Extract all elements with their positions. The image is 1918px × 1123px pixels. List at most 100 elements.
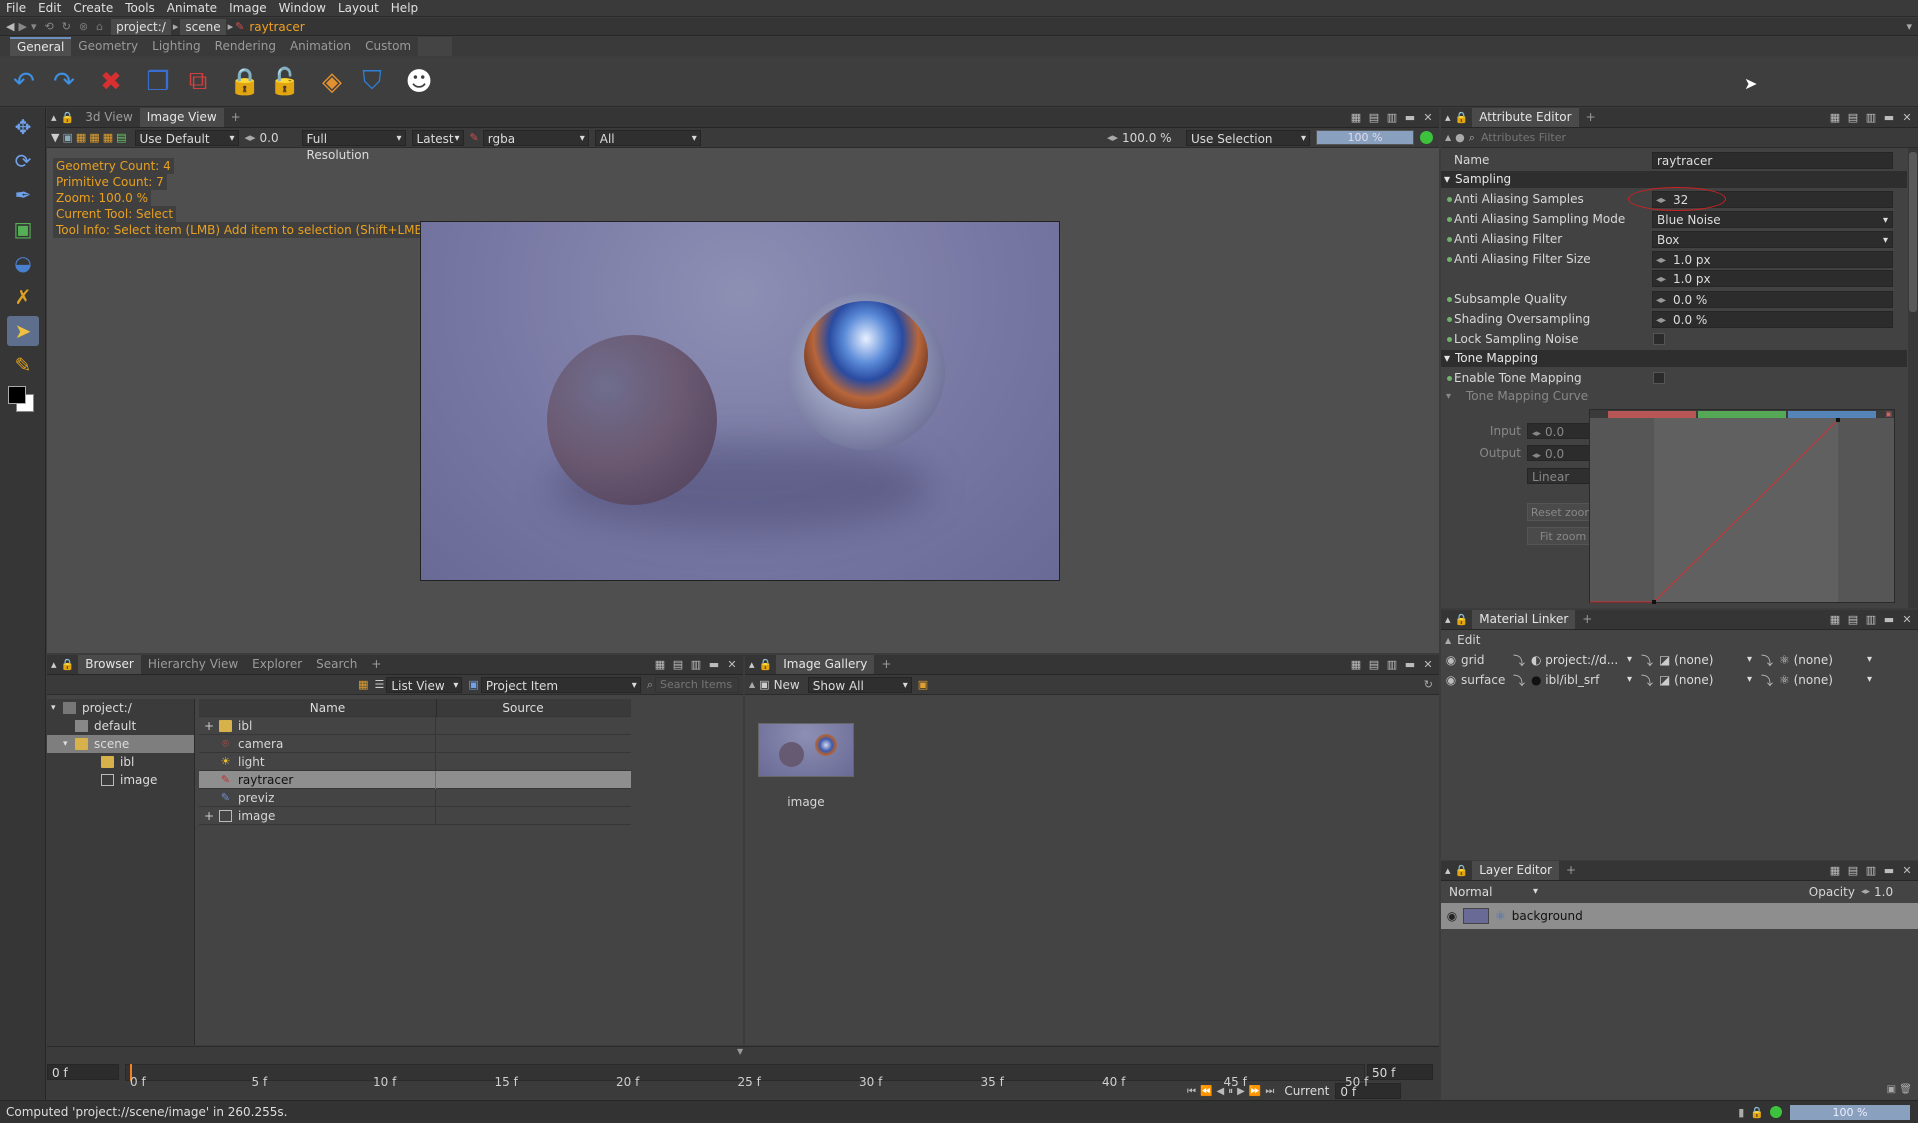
expand-icon[interactable]: ▾ xyxy=(1446,391,1451,402)
list-item-camera[interactable]: ⌾ camera xyxy=(199,734,631,753)
tab-search[interactable]: Search xyxy=(309,655,364,674)
maximize-icon[interactable]: ▬ xyxy=(1882,613,1896,627)
link-icon[interactable]: ⤵ xyxy=(1761,672,1775,689)
lock-icon[interactable]: 🔒 xyxy=(1455,864,1469,877)
transform-tool-icon[interactable]: ✥ xyxy=(7,112,39,142)
spin-icon[interactable]: ◂▸ xyxy=(1656,252,1666,269)
tab-image-view[interactable]: Image View xyxy=(139,108,224,127)
tab-explorer[interactable]: Explorer xyxy=(245,655,309,674)
shield-icon[interactable]: ⛉ xyxy=(355,65,389,99)
lock-icon[interactable]: 🔒 xyxy=(759,658,773,671)
last-frame-icon[interactable]: ⏭ xyxy=(1265,1086,1274,1097)
lock-icon[interactable]: 🔒 xyxy=(1750,1106,1764,1119)
aa-filter-select[interactable]: Box xyxy=(1652,230,1893,249)
lock-icon[interactable]: 🔒 xyxy=(1455,111,1469,124)
tab-image-gallery[interactable]: Image Gallery xyxy=(776,655,875,674)
tree-item-default[interactable]: default xyxy=(47,717,194,735)
history-icon[interactable]: ▾ xyxy=(31,20,37,33)
refresh-icon[interactable]: ↻ xyxy=(62,20,71,33)
expand-icon[interactable]: ▾ xyxy=(63,735,75,753)
image-tool-icon[interactable]: ▣ xyxy=(7,214,39,244)
column-source[interactable]: Source xyxy=(437,699,609,717)
timeline-end-field[interactable]: 50 f xyxy=(1367,1064,1433,1080)
filter-toggle-icon[interactable]: ● xyxy=(1455,131,1465,144)
split-vertical-icon[interactable]: ▥ xyxy=(1864,111,1878,125)
paint-tool-icon[interactable]: ◒ xyxy=(7,248,39,278)
aa-filter-size-y[interactable]: ◂▸ 1.0 px xyxy=(1652,269,1893,287)
exposure-spin-icon[interactable]: ◂▸ xyxy=(245,131,256,144)
tab-rendering[interactable]: Rendering xyxy=(208,37,283,56)
split-horizontal-icon[interactable]: ▤ xyxy=(1846,111,1860,125)
shader-select[interactable]: ⚛ (none) xyxy=(1775,672,1875,688)
layout-icon[interactable]: ▦ xyxy=(653,658,667,672)
layout-icon[interactable]: ▦ xyxy=(1349,658,1363,672)
menu-tools[interactable]: Tools xyxy=(119,0,161,17)
grid-icon[interactable]: ▦ xyxy=(89,131,99,144)
opacity-field[interactable]: 1.0 xyxy=(1874,885,1918,899)
exposure-value[interactable]: 0.0 xyxy=(260,131,296,145)
menu-help[interactable]: Help xyxy=(385,0,424,17)
collapse-arrow-icon[interactable]: ▲ xyxy=(749,680,755,689)
color-swatch-icon[interactable] xyxy=(8,386,38,416)
duplicate-icon[interactable]: ❒ xyxy=(141,65,175,99)
list-item-raytracer[interactable]: ✎ raytracer xyxy=(199,770,631,789)
attributes-filter-input[interactable] xyxy=(1476,129,1904,146)
link-icon[interactable]: ⤵ xyxy=(1641,672,1655,689)
material-select[interactable]: ● ibl/ibl_srf xyxy=(1527,672,1635,688)
close-icon[interactable]: ✕ xyxy=(1421,111,1435,125)
link-icon[interactable]: ⤵ xyxy=(1761,652,1775,669)
expand-icon[interactable]: + xyxy=(199,717,219,735)
lock-icon[interactable]: 🔒 xyxy=(228,65,262,99)
scale-tool-icon[interactable]: ✗ xyxy=(7,282,39,312)
close-icon[interactable]: ✕ xyxy=(1421,658,1435,672)
list-item-light[interactable]: ☀ light xyxy=(199,752,631,771)
gallery-option-icon[interactable]: ▣ xyxy=(918,678,928,691)
maximize-icon[interactable]: ▬ xyxy=(1403,658,1417,672)
split-vertical-icon[interactable]: ▥ xyxy=(1385,111,1399,125)
tab-browser[interactable]: Browser xyxy=(78,655,141,674)
tab-layer-editor[interactable]: Layer Editor xyxy=(1472,861,1560,880)
show-all-select[interactable]: Show All xyxy=(807,676,912,694)
collapse-icon[interactable]: ▴ xyxy=(1445,613,1451,626)
home-icon[interactable]: ⌂ xyxy=(96,20,103,33)
split-horizontal-icon[interactable]: ▤ xyxy=(1367,111,1381,125)
material-row-surface[interactable]: ◉ surface ⤵ ● ibl/ibl_srf ⤵ ◪ (none) ⤵ ⚛… xyxy=(1441,670,1918,690)
override-select[interactable]: ◪ (none) xyxy=(1655,652,1755,668)
tree-item-ibl[interactable]: ibl xyxy=(47,753,194,771)
spin-icon[interactable]: ◂▸ xyxy=(1532,451,1541,461)
split-vertical-icon[interactable]: ▥ xyxy=(1864,613,1878,627)
checker-icon[interactable]: ▦ xyxy=(76,131,86,144)
view-mode-select[interactable]: Use Default xyxy=(134,129,239,147)
enable-tonemap-checkbox[interactable] xyxy=(1653,372,1665,384)
layout-icon[interactable]: ▦ xyxy=(1349,111,1363,125)
maximize-icon[interactable]: ▬ xyxy=(707,658,721,672)
expand-icon[interactable]: + xyxy=(199,807,219,825)
collapse-arrow-icon[interactable]: ▲ xyxy=(1445,636,1451,645)
path-dropdown-icon[interactable]: ▾ xyxy=(1906,20,1912,33)
blend-mode-select[interactable]: Normal xyxy=(1445,884,1541,900)
version-select[interactable]: Latest xyxy=(411,129,464,147)
tab-geometry[interactable]: Geometry xyxy=(71,37,145,56)
lock-icon[interactable]: 🔒 xyxy=(61,658,75,671)
add-tab-icon[interactable]: + xyxy=(1559,861,1583,880)
collapse-icon[interactable]: ▴ xyxy=(749,658,755,671)
spin-icon[interactable]: ◂▸ xyxy=(1861,887,1870,897)
timeline-collapse-icon[interactable]: ▼ xyxy=(737,1047,743,1056)
menu-image[interactable]: Image xyxy=(223,0,273,17)
picker-tool-icon[interactable]: ✒ xyxy=(7,180,39,210)
brush-tool-icon[interactable]: ✎ xyxy=(7,350,39,380)
split-horizontal-icon[interactable]: ▤ xyxy=(671,658,685,672)
tab-3d-view[interactable]: 3d View xyxy=(78,108,140,127)
split-horizontal-icon[interactable]: ▤ xyxy=(1846,613,1860,627)
collapse-arrow-icon[interactable]: ▲ xyxy=(1445,133,1451,142)
instance-icon[interactable]: ⧉ xyxy=(181,65,215,99)
split-vertical-icon[interactable]: ▥ xyxy=(1385,658,1399,672)
add-layer-icon[interactable]: ▣ xyxy=(1887,1084,1896,1095)
project-item-select[interactable]: Project Item xyxy=(480,676,641,694)
maximize-icon[interactable]: ▬ xyxy=(1882,864,1896,878)
shader-select[interactable]: ⚛ (none) xyxy=(1775,652,1875,668)
link-icon[interactable]: ⤵ xyxy=(1641,652,1655,669)
close-icon[interactable]: ✕ xyxy=(1900,613,1914,627)
list-item-previz[interactable]: ✎ previz xyxy=(199,788,631,807)
spin-icon[interactable]: ◂▸ xyxy=(1656,312,1666,329)
